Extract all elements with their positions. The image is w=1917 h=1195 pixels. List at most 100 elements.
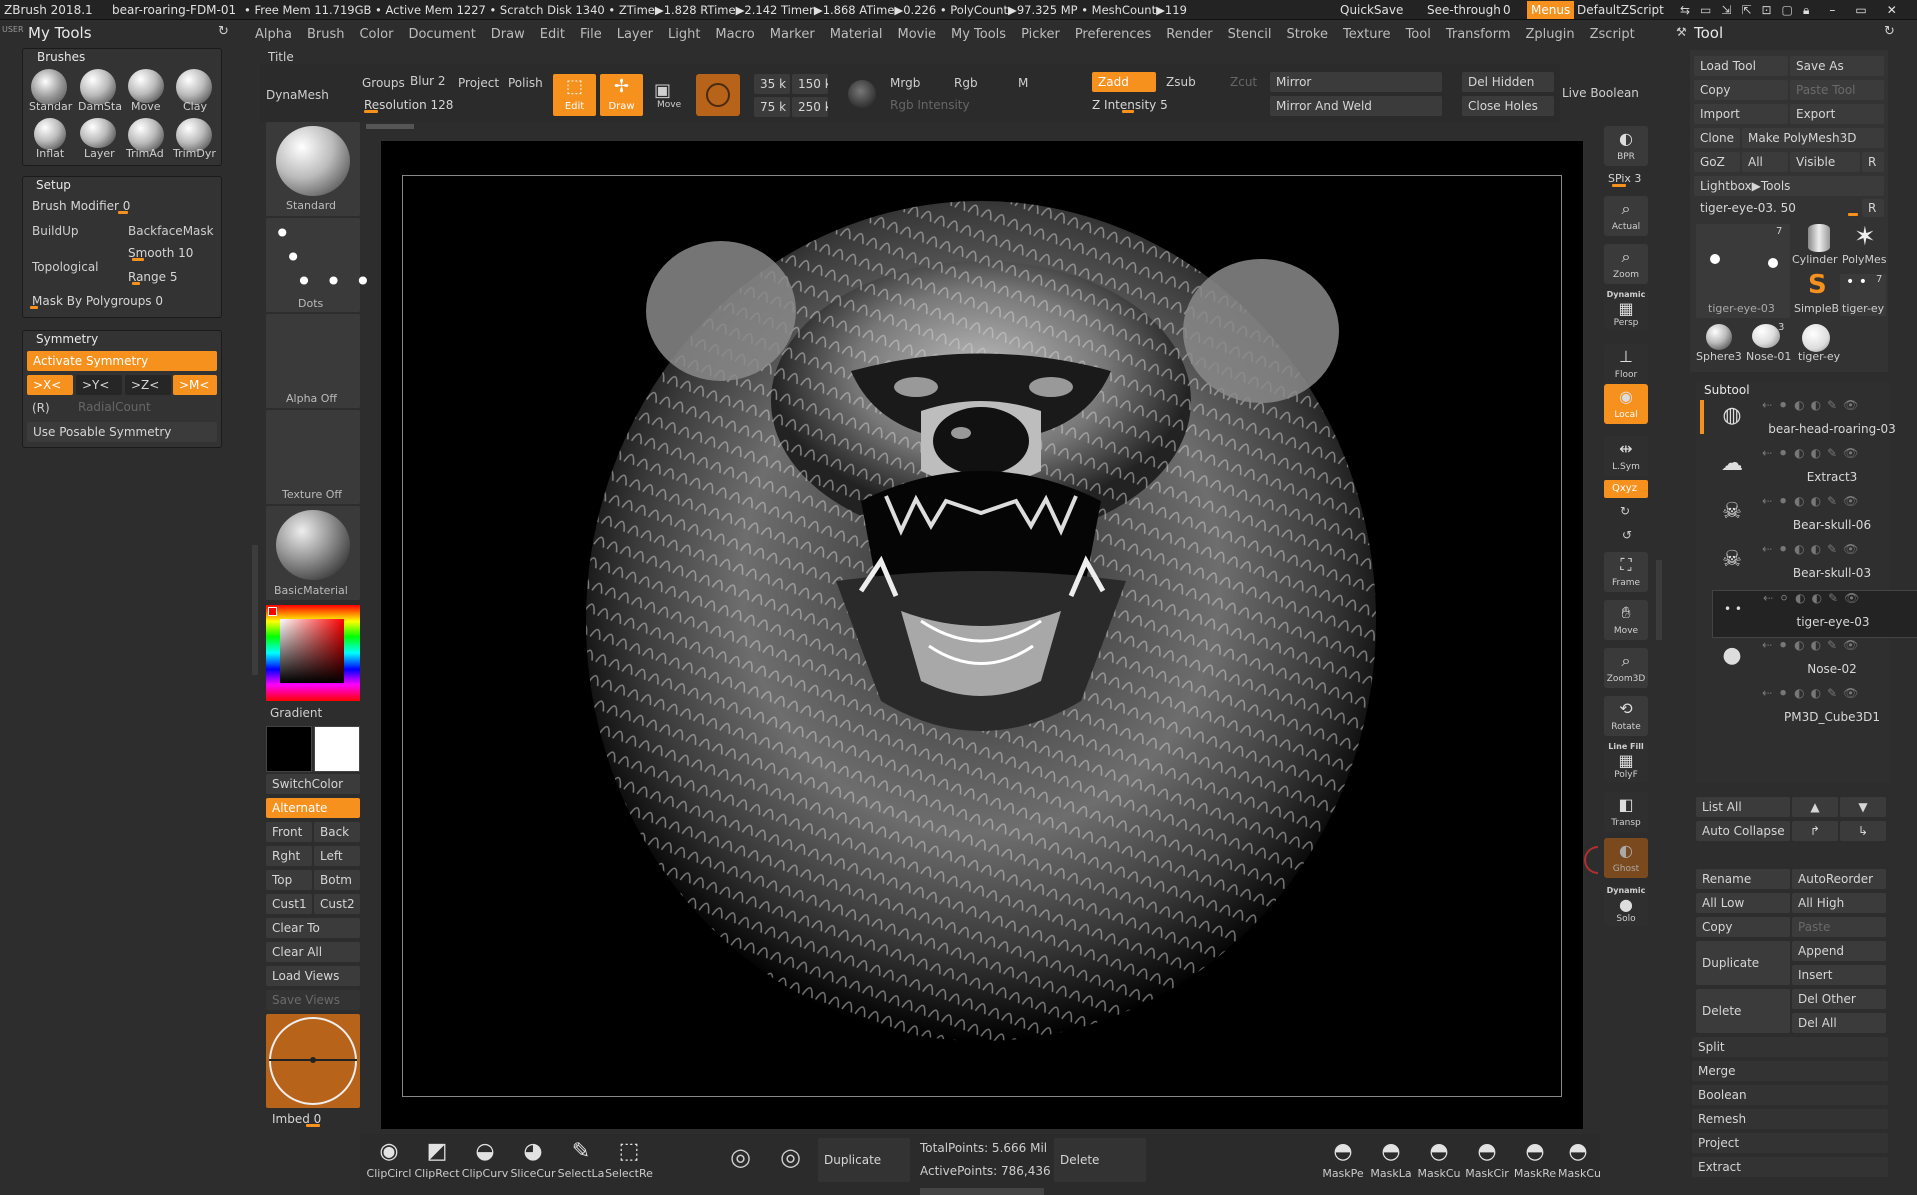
mirror-and-weld-button[interactable]: Mirror And Weld (1270, 96, 1442, 116)
left-tray-divider[interactable] (252, 545, 258, 675)
goz-r-button[interactable]: R (1862, 152, 1884, 172)
subtool-controls[interactable]: ⇠⚪◐◐✎👁︎ (1763, 591, 1865, 605)
z-intensity-slider[interactable]: Z Intensity 5 (1086, 96, 1254, 114)
sym-z-button[interactable]: >Z< (125, 375, 171, 395)
right-tray-divider[interactable] (1656, 560, 1662, 640)
poly-250k-button[interactable]: 250 k (792, 97, 828, 117)
menu-item[interactable]: Layer (617, 27, 653, 42)
smooth-slider[interactable]: Smooth 10 (122, 244, 218, 262)
sym-y-button[interactable]: >Y< (76, 375, 122, 395)
tool-thumb-simplebrush[interactable]: S SimpleB (1794, 270, 1839, 316)
poly-35k-button[interactable]: 35 k (754, 74, 790, 94)
menu-item[interactable]: File (580, 27, 602, 42)
clip-curve-button[interactable]: ◒ ClipCurv (460, 1137, 510, 1181)
menu-item[interactable]: Tool (1406, 27, 1431, 42)
sym-m-button[interactable]: >M< (173, 375, 217, 395)
del-other-button[interactable]: Del Other (1792, 989, 1886, 1009)
refresh-icon[interactable]: ↻ (218, 24, 229, 39)
subtool-row-selected[interactable]: • • ⇠⚪◐◐✎👁︎ tiger-eye-03 (1712, 590, 1917, 638)
ghost-button[interactable]: ◐ Ghost (1604, 838, 1648, 878)
menu-item[interactable]: Marker (770, 27, 815, 42)
subtool-row[interactable]: ⇠⚫◐◐✎👁︎ PM3D_Cube3D1 (1712, 686, 1917, 734)
brush-layer-icon[interactable] (80, 118, 116, 148)
menu-item[interactable]: Zscript (1590, 27, 1635, 42)
subtool-controls[interactable]: ⇠⚫◐◐✎👁︎ (1762, 494, 1864, 508)
alternate-button[interactable]: Alternate (266, 798, 360, 818)
cust1-button[interactable]: Cust1 (266, 894, 312, 914)
move-icon[interactable]: ▣ (654, 80, 671, 101)
mask-curve-button[interactable]: ◓ MaskCu (1414, 1137, 1464, 1181)
blur-slider[interactable]: Blur 2 (410, 74, 446, 88)
mirror-button[interactable]: Mirror (1270, 72, 1442, 92)
target-d-icon[interactable]: ◎ (730, 1143, 751, 1171)
menu-item[interactable]: Document (408, 27, 475, 42)
poly-150k-button[interactable]: 150 k (792, 74, 828, 94)
lsym-button[interactable]: ⇹ L.Sym (1604, 436, 1648, 476)
tool-thumb-tiger-eye-2[interactable]: tiger-ey (1794, 322, 1840, 366)
subtool-controls[interactable]: ⇠⚫◐◐✎👁︎ (1762, 686, 1864, 700)
gyro-view-widget[interactable] (266, 1014, 360, 1108)
menu-item[interactable]: My Tools (951, 27, 1006, 42)
secondary-color-swatch[interactable] (266, 726, 312, 772)
imbed-slider[interactable]: Imbed 0 (266, 1110, 360, 1128)
menu-item[interactable]: Alpha (255, 27, 292, 42)
polyf-button[interactable]: Line Fill ▦ PolyF (1604, 742, 1648, 782)
select-lasso-button[interactable]: ✎ SelectLa (556, 1137, 606, 1181)
floor-button[interactable]: ⊥ Floor (1604, 344, 1648, 384)
current-tool-r-button[interactable]: R (1862, 199, 1884, 217)
stroke-selector[interactable]: • • • • • Dots (266, 218, 371, 312)
resolution-slider[interactable]: Resolution 128 (358, 96, 542, 114)
tool-thumb-current[interactable]: 7 tiger-eye-03 (1696, 224, 1790, 318)
switchcolor-button[interactable]: SwitchColor (266, 774, 360, 794)
del-hidden-button[interactable]: Del Hidden (1462, 72, 1554, 92)
front-button[interactable]: Front (266, 822, 312, 842)
menu-item[interactable]: Zplugin (1526, 27, 1575, 42)
polish-toggle[interactable]: Polish (508, 76, 543, 90)
color-square[interactable] (280, 619, 344, 683)
move-down-icon[interactable]: ▼ (1840, 797, 1886, 817)
primary-color-swatch[interactable] (314, 726, 360, 772)
xyz-button[interactable]: Qxyz (1604, 480, 1648, 498)
cust2-button[interactable]: Cust2 (314, 894, 360, 914)
live-boolean-button[interactable]: Live Boolean (1562, 86, 1639, 100)
rgb-intensity-slider[interactable]: Rgb Intensity (890, 98, 970, 112)
project-toggle[interactable]: Project (458, 76, 499, 90)
spix-slider[interactable]: SPix 3 (1604, 170, 1648, 188)
frame-button[interactable]: ⛶ Frame (1604, 552, 1648, 592)
extract-button[interactable]: Extract (1692, 1157, 1888, 1177)
brush-modifier-slider[interactable]: Brush Modifier 0 (26, 197, 218, 215)
menu-item[interactable]: Transform (1446, 27, 1511, 42)
local-button[interactable]: ◉ Local (1604, 384, 1648, 424)
alpha-selector[interactable]: Alpha Off (266, 314, 360, 408)
paste-subtool-button[interactable]: Paste (1792, 917, 1886, 937)
tool-refresh-icon[interactable]: ↻ (1884, 24, 1895, 39)
subtool-row[interactable]: ☁︎ ⇠⚫◐◐✎👁︎ Extract3 (1712, 446, 1917, 494)
material-sphere-button[interactable] (696, 74, 740, 116)
menu-item[interactable]: Macro (715, 27, 754, 42)
brush-selector[interactable]: Standard (266, 122, 360, 216)
auto-collapse-button[interactable]: Auto Collapse (1696, 821, 1790, 841)
back-button[interactable]: Back (314, 822, 360, 842)
left-button[interactable]: Left (314, 846, 360, 866)
bpr-button[interactable]: ◐ BPR (1604, 126, 1648, 166)
tray-toggle-icon[interactable] (1584, 846, 1598, 874)
right-button[interactable]: Rght (266, 846, 312, 866)
top-button[interactable]: Top (266, 870, 312, 890)
delete-subtool-button[interactable]: Delete (1696, 989, 1790, 1033)
subtool-controls[interactable]: ⇠⚫◐◐✎👁︎ (1762, 542, 1864, 556)
texture-selector[interactable]: Texture Off (266, 410, 360, 504)
move-up-icon[interactable]: ▲ (1792, 797, 1838, 817)
arrow-down-right-icon[interactable]: ↳ (1840, 821, 1886, 841)
persp-button[interactable]: Dynamic ▦ Persp (1604, 290, 1648, 330)
material-selector[interactable]: BasicMaterial (266, 506, 360, 600)
save-views-button[interactable]: Save Views (266, 990, 360, 1010)
mrgb-toggle[interactable]: Mrgb (890, 76, 920, 90)
menu-item[interactable]: Draw (491, 27, 525, 42)
target-s-icon[interactable]: ◎ (780, 1143, 801, 1171)
all-high-button[interactable]: All High (1792, 893, 1886, 913)
slice-curve-button[interactable]: ◕ SliceCur (508, 1137, 558, 1181)
radial-r-toggle[interactable]: (R) (32, 401, 50, 415)
rotate-z-icon[interactable]: ↺ (1622, 528, 1632, 542)
project-button[interactable]: Project (1692, 1133, 1888, 1153)
boolean-button[interactable]: Boolean (1692, 1085, 1888, 1105)
